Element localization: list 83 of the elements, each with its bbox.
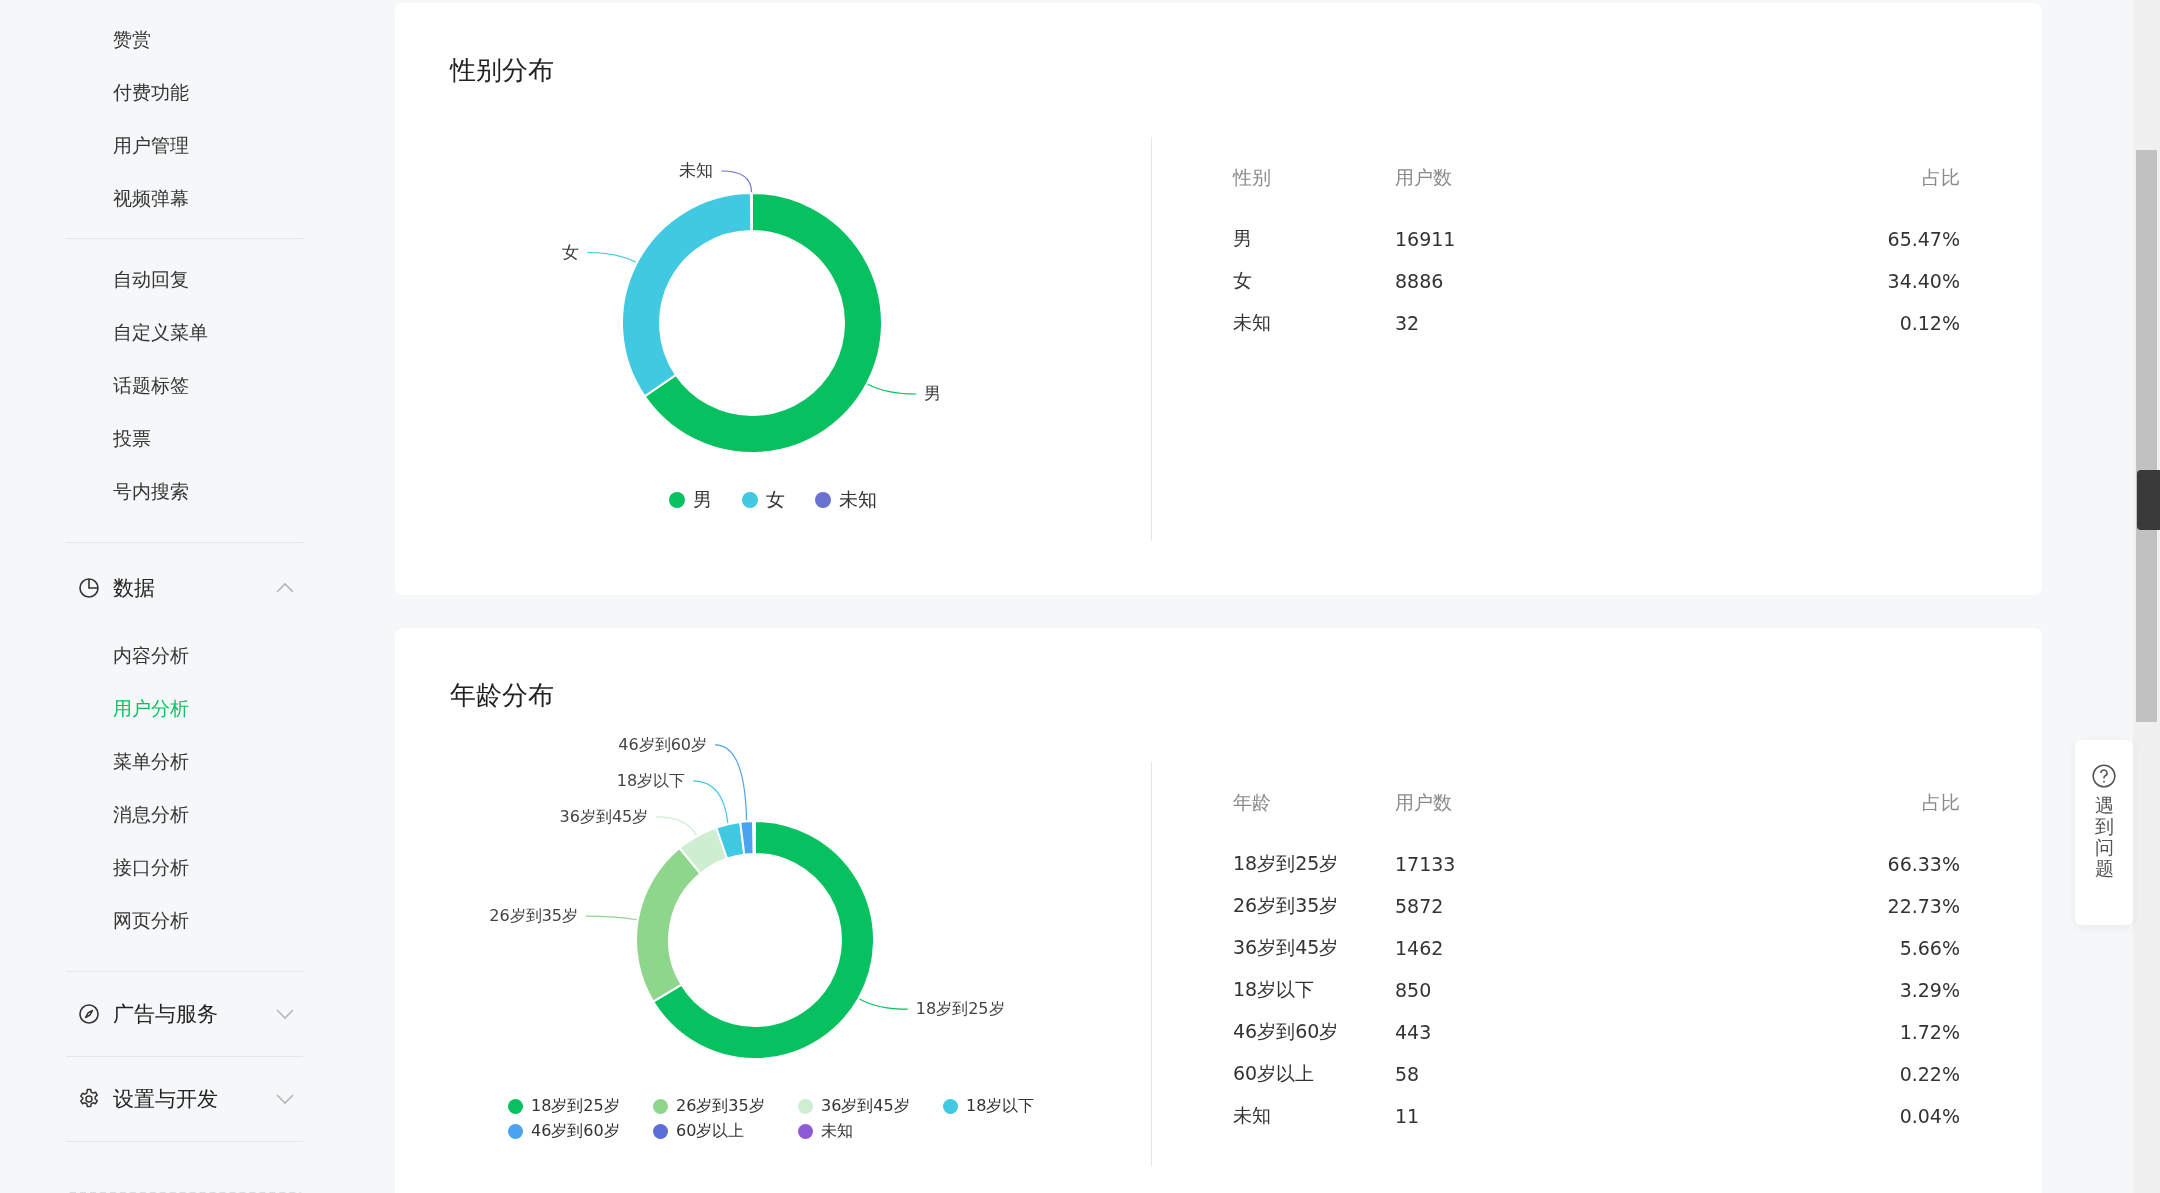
table-cell-text: 1462 — [1395, 937, 1445, 959]
sidebar-group-title[interactable]: 设置与开发 — [113, 1085, 218, 1113]
card-title: 性别分布 — [448, 54, 555, 87]
table-cell-text: 18岁到25岁 — [1233, 851, 1340, 876]
sidebar-item[interactable]: 话题标签 — [113, 359, 189, 412]
legend-item[interactable]: 女 — [742, 487, 785, 513]
pie-chart-icon — [77, 576, 101, 600]
column-header: 用户数 — [1395, 790, 1453, 815]
table-cell: 3.29% — [1899, 979, 1960, 1001]
sidebar-item[interactable]: 投票 — [113, 412, 151, 465]
column-header: 占比 — [1922, 790, 1960, 815]
legend-item[interactable]: 26岁到35岁 — [653, 1096, 765, 1117]
help-button[interactable]: 遇到问题 — [2075, 740, 2133, 925]
table-cell-text: 17133 — [1395, 853, 1457, 875]
table-cell-text: 46岁到60岁 — [1233, 1019, 1340, 1044]
table-cell: 22.73% — [1887, 895, 1960, 917]
table-cell: 65.47% — [1887, 228, 1960, 250]
table-cell-text: 5872 — [1395, 895, 1445, 917]
legend-item[interactable]: 36岁到45岁 — [798, 1096, 910, 1117]
chevron-icon[interactable] — [275, 582, 295, 594]
table-cell-text: 32 — [1395, 312, 1421, 334]
table-cell-text: 60岁以上 — [1233, 1061, 1316, 1086]
table-cell: 0.22% — [1899, 1063, 1960, 1085]
slice-label: 未知 — [679, 160, 714, 180]
help-icon — [2091, 763, 2117, 789]
compass-icon — [77, 1002, 101, 1026]
sidebar-item[interactable]: 内容分析 — [113, 629, 189, 682]
table-cell: 0.12% — [1899, 312, 1960, 334]
slice-label: 女 — [562, 241, 580, 262]
sidebar-item[interactable]: 付费功能 — [113, 66, 189, 119]
table-cell-text: 16911 — [1395, 228, 1457, 250]
table-cell-text: 未知 — [1233, 310, 1272, 335]
column-header: 占比 — [1922, 165, 1960, 190]
legend-item[interactable]: 46岁到60岁 — [508, 1121, 620, 1142]
scrollbar[interactable] — [2133, 0, 2160, 1193]
table-cell-text: 8886 — [1395, 270, 1445, 292]
sidebar-item[interactable]: 赞赏 — [113, 13, 151, 66]
sidebar-item[interactable]: 自定义菜单 — [113, 306, 208, 359]
slice-label: 18岁以下 — [616, 770, 686, 790]
sidebar-item[interactable]: 消息分析 — [113, 788, 189, 841]
table-cell-text: 女 — [1233, 268, 1253, 293]
table-cell: 34.40% — [1887, 270, 1960, 292]
table-cell-text: 11 — [1395, 1105, 1421, 1127]
table-cell: 0.04% — [1899, 1105, 1960, 1127]
legend-item[interactable]: 18岁到25岁 — [508, 1096, 620, 1117]
slice-label: 36岁到45岁 — [559, 806, 649, 826]
table-cell-text: 男 — [1233, 226, 1253, 251]
slice-label: 46岁到60岁 — [618, 734, 708, 754]
scroll-grip-handle[interactable] — [2137, 470, 2160, 530]
slice-label: 18岁到25岁 — [915, 999, 1005, 1019]
legend-item[interactable]: 男 — [669, 487, 712, 513]
sidebar-item[interactable]: 自动回复 — [113, 253, 189, 306]
table-cell: 5.66% — [1899, 937, 1960, 959]
sidebar-item[interactable]: 视频弹幕 — [113, 172, 189, 225]
scroll-thumb[interactable] — [2136, 150, 2157, 722]
table-cell-text: 26岁到35岁 — [1233, 893, 1340, 918]
sidebar-group-title[interactable]: 广告与服务 — [113, 1000, 218, 1028]
table-cell-text: 18岁以下 — [1233, 977, 1316, 1002]
legend-item[interactable]: 未知 — [798, 1121, 853, 1142]
table-cell-text: 443 — [1395, 1021, 1433, 1043]
sidebar-item[interactable]: 菜单分析 — [113, 735, 189, 788]
legend-item[interactable]: 60岁以上 — [653, 1121, 745, 1142]
slice-label: 男 — [924, 383, 942, 403]
sidebar-item[interactable]: 用户管理 — [113, 119, 189, 172]
sidebar-group-title[interactable]: 数据 — [113, 574, 155, 602]
table-cell-text: 850 — [1395, 979, 1433, 1001]
legend-item[interactable]: 18岁以下 — [943, 1096, 1035, 1117]
card-title: 年龄分布 — [449, 679, 555, 712]
table-cell-text: 未知 — [1233, 1103, 1272, 1128]
column-header: 性别 — [1233, 165, 1272, 190]
sidebar-item[interactable]: 号内搜索 — [113, 465, 189, 518]
table-cell-text: 58 — [1395, 1063, 1421, 1085]
table-cell-text: 36岁到45岁 — [1233, 935, 1340, 960]
chevron-icon[interactable] — [275, 1093, 295, 1105]
column-header: 年龄 — [1233, 790, 1272, 815]
table-cell: 1.72% — [1899, 1021, 1960, 1043]
table-cell: 66.33% — [1887, 853, 1960, 875]
legend-item[interactable]: 未知 — [815, 487, 877, 513]
sidebar-item[interactable]: 网页分析 — [113, 894, 189, 947]
slice-label: 26岁到35岁 — [489, 906, 578, 926]
chevron-icon[interactable] — [275, 1008, 295, 1020]
sidebar-item[interactable]: 接口分析 — [113, 841, 189, 894]
column-header: 用户数 — [1395, 165, 1453, 190]
